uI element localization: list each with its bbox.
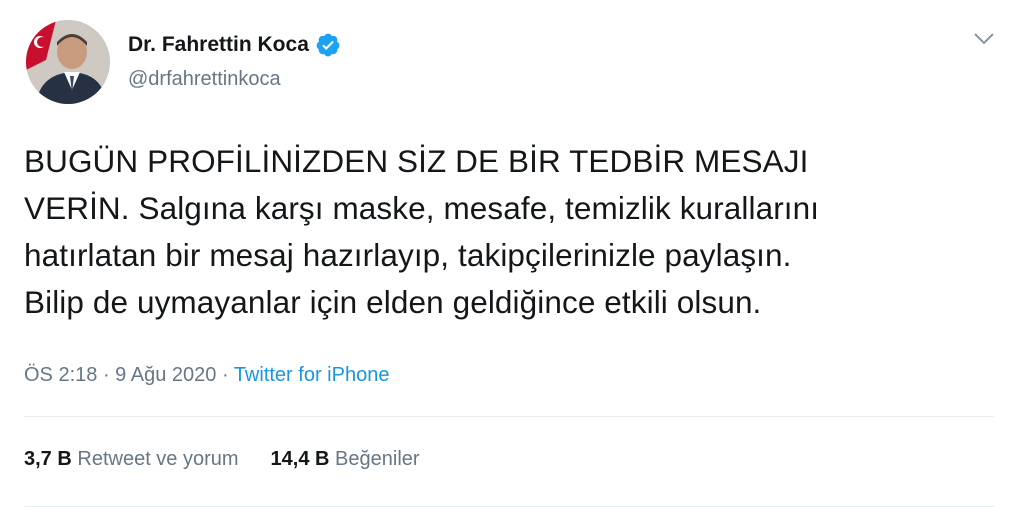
tweet-text: BUGÜN PROFİLİNİZDEN SİZ DE BİR TEDBİR ME… xyxy=(24,143,820,320)
tweet-time[interactable]: ÖS 2:18 xyxy=(24,364,97,386)
avatar[interactable] xyxy=(26,20,110,104)
author-name-row[interactable]: Dr. Fahrettin Koca xyxy=(128,32,341,58)
author-handle[interactable]: @drfahrettinkoca xyxy=(128,68,281,91)
tweet-metadata: ÖS 2:18 · 9 Ağu 2020 · Twitter for iPhon… xyxy=(24,364,389,387)
author-display-name[interactable]: Dr. Fahrettin Koca xyxy=(128,33,309,57)
verified-badge-icon xyxy=(316,33,340,57)
retweets-label: Retweet ve yorum xyxy=(77,448,239,470)
tweet-card: Dr. Fahrettin Koca @drfahrettinkoca BUGÜ… xyxy=(0,0,1024,507)
retweets-count: 3,7 B xyxy=(24,448,72,470)
tweet-source-link[interactable]: Twitter for iPhone xyxy=(234,364,390,386)
likes-count: 14,4 B xyxy=(270,448,330,470)
tweet-date[interactable]: 9 Ağu 2020 xyxy=(115,364,216,386)
likes-label: Beğeniler xyxy=(335,448,420,470)
meta-separator: · xyxy=(97,364,116,386)
retweets-stat[interactable]: 3,7 B Retweet ve yorum xyxy=(24,448,239,471)
tweet-stats: 3,7 B Retweet ve yorum 14,4 B Beğeniler xyxy=(24,448,420,471)
divider xyxy=(24,416,994,417)
meta-separator: · xyxy=(216,364,234,386)
profile-photo xyxy=(26,20,110,104)
chevron-down-icon[interactable] xyxy=(972,30,996,48)
likes-stat[interactable]: 14,4 B Beğeniler xyxy=(271,448,420,471)
